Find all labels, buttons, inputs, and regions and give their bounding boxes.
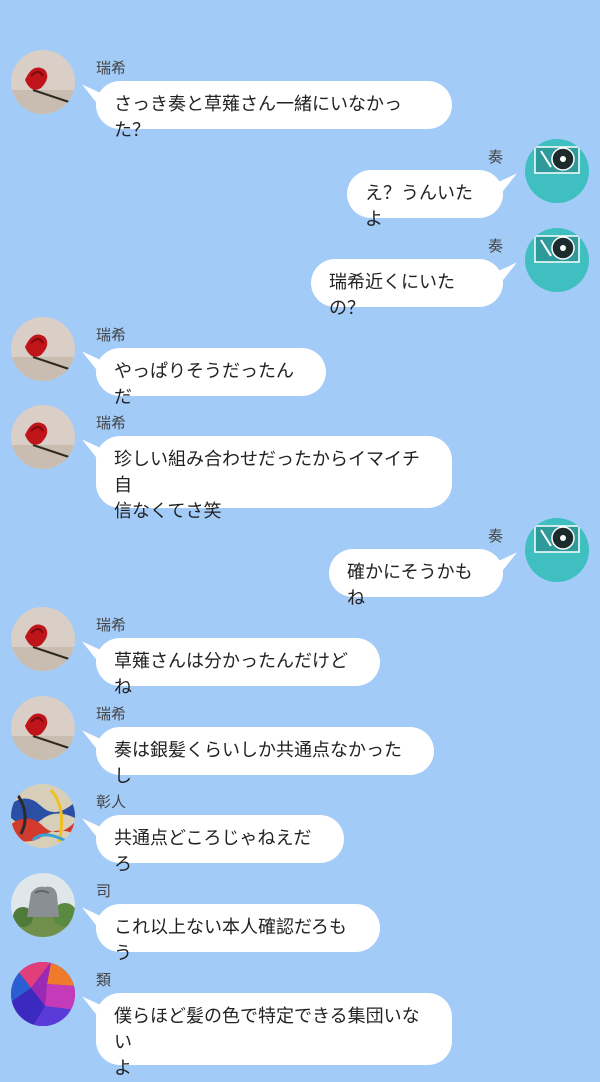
sender-name: 奏 <box>487 148 503 166</box>
sender-name: 奏 <box>487 237 503 255</box>
message-bubble[interactable]: 草薙さんは分かったんだけどね <box>96 638 380 698</box>
red-flower-avatar[interactable] <box>11 405 75 469</box>
red-flower-avatar[interactable] <box>11 50 75 114</box>
message-bubble[interactable]: え？うんいたよ <box>347 170 503 230</box>
message-bubble[interactable]: これ以上ない本人確認だろもう <box>96 904 380 964</box>
sender-name: 奏 <box>487 527 503 545</box>
sender-name: 瑞希 <box>96 414 127 432</box>
message-bubble[interactable]: さっき奏と草薙さん一緒にいなかった？ <box>96 81 452 141</box>
message-bubble[interactable]: 珍しい組み合わせだったからイマイチ自 信なくてさ笑 <box>96 436 452 522</box>
message-bubble[interactable]: 僕らほど髪の色で特定できる集団いない よ <box>96 993 452 1079</box>
sender-name: 類 <box>96 971 112 989</box>
colorful-sphere-avatar[interactable] <box>11 962 75 1026</box>
message-bubble[interactable]: 確かにそうかもね <box>329 549 503 609</box>
sender-name: 彰人 <box>96 793 127 811</box>
sender-name: 瑞希 <box>96 326 127 344</box>
message-bubble[interactable]: やっぱりそうだったんだ <box>96 348 326 408</box>
sender-name: 瑞希 <box>96 705 127 723</box>
graffiti-avatar[interactable] <box>11 784 75 848</box>
sender-name: 司 <box>96 882 112 900</box>
sender-name: 瑞希 <box>96 616 127 634</box>
red-flower-avatar[interactable] <box>11 696 75 760</box>
red-flower-avatar[interactable] <box>11 607 75 671</box>
turntable-avatar[interactable] <box>525 139 589 203</box>
message-bubble[interactable]: 共通点どころじゃねえだろ <box>96 815 344 875</box>
message-bubble[interactable]: 奏は銀髪くらいしか共通点なかったし <box>96 727 434 787</box>
sender-name: 瑞希 <box>96 59 127 77</box>
turntable-avatar[interactable] <box>525 228 589 292</box>
statue-avatar[interactable] <box>11 873 75 937</box>
turntable-avatar[interactable] <box>525 518 589 582</box>
red-flower-avatar[interactable] <box>11 317 75 381</box>
message-bubble[interactable]: 瑞希近くにいたの？ <box>311 259 503 319</box>
